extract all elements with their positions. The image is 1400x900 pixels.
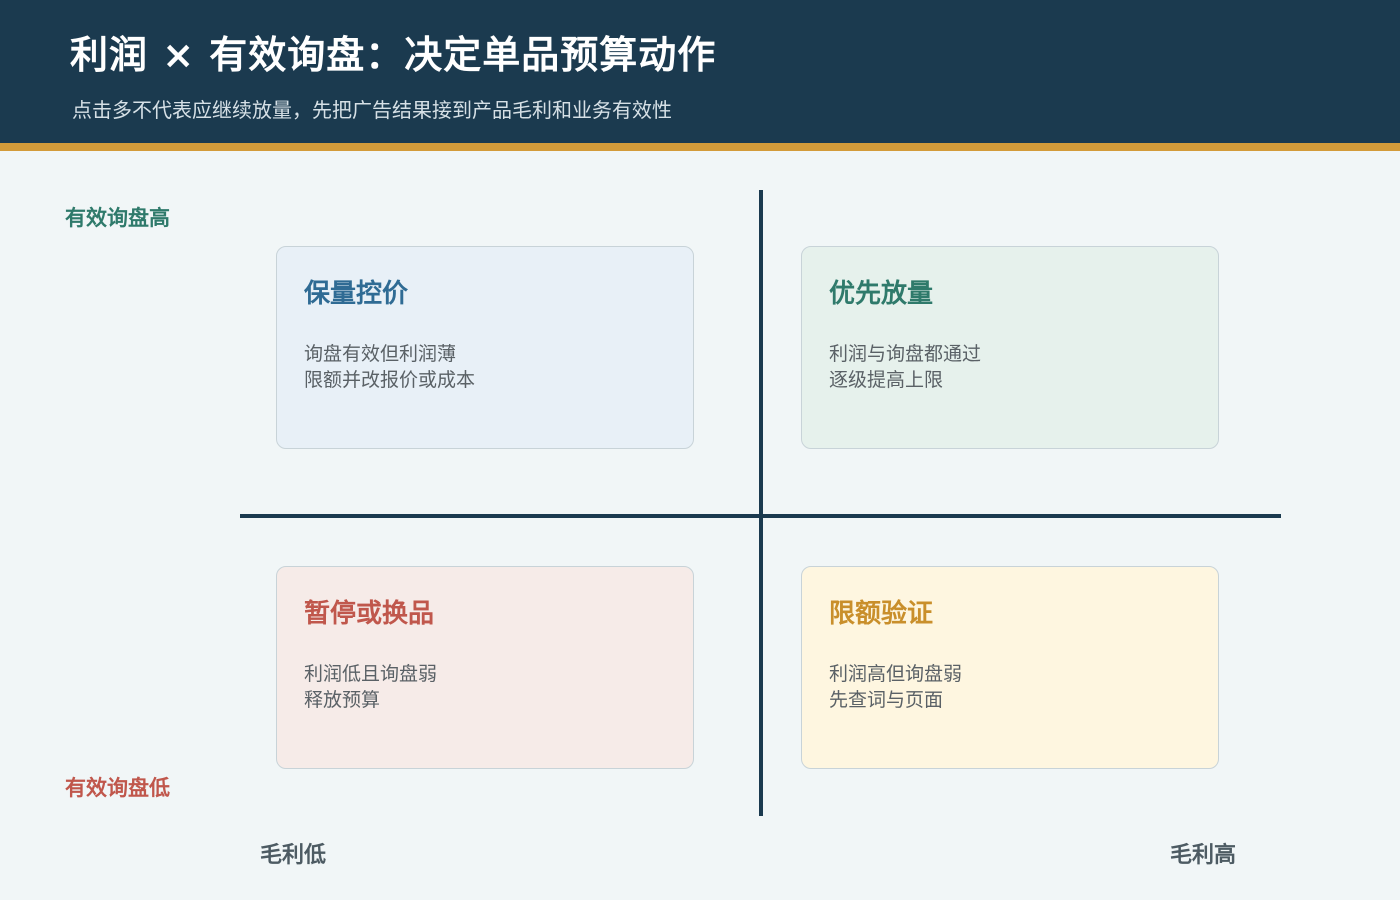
y-axis-low-label: 有效询盘低 (65, 776, 170, 800)
quadrant-top-right: 优先放量 利润与询盘都通过 逐级提高上限 (801, 246, 1219, 449)
quadrant-description-line: 限额并改报价或成本 (304, 369, 476, 391)
y-axis-high-label: 有效询盘高 (65, 206, 170, 230)
header-accent-bar (0, 143, 1400, 151)
horizontal-axis (240, 514, 1281, 518)
quadrant-bottom-left: 暂停或换品 利润低且询盘弱 释放预算 (276, 566, 694, 769)
x-axis-high-label: 毛利高 (1170, 843, 1237, 868)
x-axis-low-label: 毛利低 (260, 843, 327, 868)
quadrant-description-line: 询盘有效但利润薄 (304, 343, 457, 365)
quadrant-description-line: 先查词与页面 (829, 689, 944, 711)
quadrant-description-line: 利润低且询盘弱 (304, 663, 438, 685)
page-title: 利润 × 有效询盘：决定单品预算动作 (70, 33, 717, 77)
page-subtitle: 点击多不代表应继续放量，先把广告结果接到产品毛利和业务有效性 (72, 98, 672, 122)
quadrant-description-line: 释放预算 (304, 689, 381, 711)
quadrant-title: 保量控价 (304, 279, 409, 309)
quadrant-title: 暂停或换品 (304, 599, 435, 629)
vertical-axis (759, 190, 763, 816)
quadrant-description-line: 利润高但询盘弱 (829, 663, 963, 685)
quadrant-top-left: 保量控价 询盘有效但利润薄 限额并改报价或成本 (276, 246, 694, 449)
quadrant-description-line: 逐级提高上限 (829, 369, 944, 391)
header-banner: 利润 × 有效询盘：决定单品预算动作 点击多不代表应继续放量，先把广告结果接到产… (0, 0, 1400, 143)
quadrant-title: 优先放量 (829, 279, 934, 309)
quadrant-title: 限额验证 (829, 599, 934, 629)
quadrant-bottom-right: 限额验证 利润高但询盘弱 先查词与页面 (801, 566, 1219, 769)
quadrant-description-line: 利润与询盘都通过 (829, 343, 982, 365)
